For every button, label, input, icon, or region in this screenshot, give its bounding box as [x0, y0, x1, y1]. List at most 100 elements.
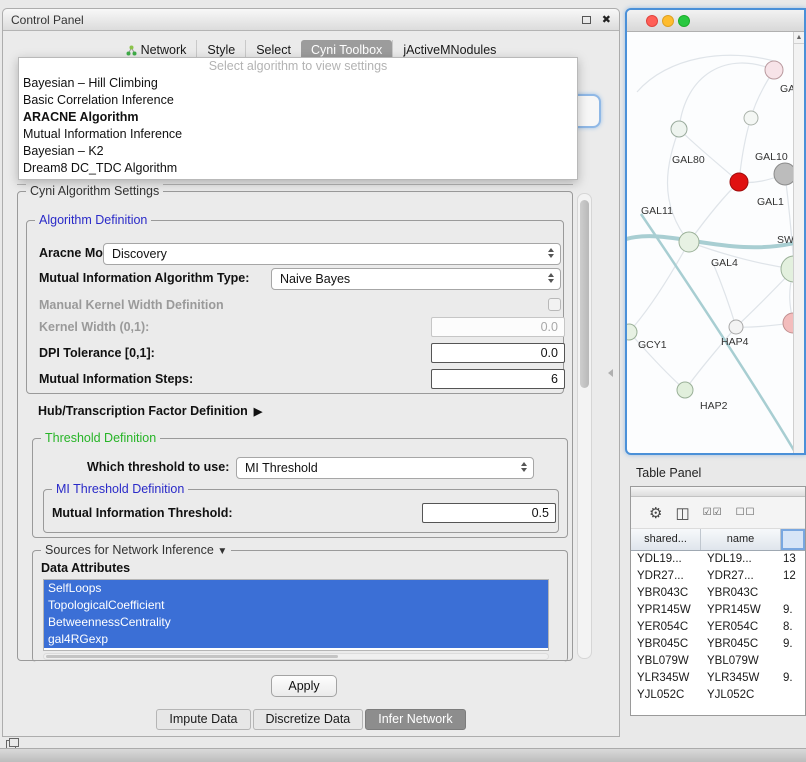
cell[interactable]: YER054C: [631, 619, 701, 636]
list-item-selected[interactable]: gal4RGexp: [44, 631, 548, 648]
network-canvas[interactable]: GAL GAL80 GAL10 GAL11 GAL1 SWI4 GAL4 GCY…: [627, 32, 793, 455]
table-window-titlebar[interactable]: [631, 487, 805, 497]
cell[interactable]: YPR145W: [631, 602, 701, 619]
panel-splitter-arrow[interactable]: [608, 369, 613, 377]
algo-item-bayesian-hill-climbing[interactable]: Bayesian – Hill Climbing: [19, 75, 577, 92]
minimize-traffic-light-icon[interactable]: [662, 15, 674, 27]
clear-checkboxes-icon[interactable]: ☐☐: [736, 507, 756, 518]
cell[interactable]: YDL19...: [631, 551, 701, 568]
zoom-traffic-light-icon[interactable]: [678, 15, 690, 27]
tab-discretize-data[interactable]: Discretize Data: [253, 709, 364, 730]
node-gcy1[interactable]: [627, 324, 637, 340]
cyni-algorithm-settings-title: Cyni Algorithm Settings: [26, 184, 163, 198]
mi-algorithm-type-combo[interactable]: Naive Bayes: [271, 268, 561, 290]
table-row[interactable]: YBR045C YBR045C 9.: [631, 636, 805, 653]
list-item-selected[interactable]: SelfLoops: [44, 580, 548, 597]
sources-title[interactable]: Sources for Network Inference ▼: [41, 543, 231, 557]
cell[interactable]: YLR345W: [631, 670, 701, 687]
cell[interactable]: [781, 687, 805, 704]
algorithm-select-popup: Select algorithm to view settings Bayesi…: [18, 57, 578, 180]
node-unlabeled-2[interactable]: [729, 320, 743, 334]
cell[interactable]: YPR145W: [701, 602, 781, 619]
cell[interactable]: YER054C: [701, 619, 781, 636]
cell[interactable]: YBR043C: [631, 585, 701, 602]
table-row[interactable]: YDL19... YDL19... 13: [631, 551, 805, 568]
cell[interactable]: [781, 653, 805, 670]
cell[interactable]: YBL079W: [701, 653, 781, 670]
column-header-name[interactable]: name: [701, 529, 781, 550]
gear-icon[interactable]: ⚙: [649, 504, 662, 522]
control-panel-titlebar[interactable]: Control Panel ✖: [3, 9, 619, 31]
column-header-shared-name[interactable]: shared...: [631, 529, 701, 550]
network-vertical-scrollbar[interactable]: ▲: [793, 32, 804, 453]
table-row[interactable]: YLR345W YLR345W 9.: [631, 670, 805, 687]
tab-infer-network[interactable]: Infer Network: [365, 709, 465, 730]
table-row[interactable]: YPR145W YPR145W 9.: [631, 602, 805, 619]
close-traffic-light-icon[interactable]: [646, 15, 658, 27]
cell[interactable]: YBR043C: [701, 585, 781, 602]
node-hap2[interactable]: [677, 382, 693, 398]
tab-impute-data[interactable]: Impute Data: [156, 709, 250, 730]
cell[interactable]: YDR27...: [701, 568, 781, 585]
algo-item-bayesian-k2[interactable]: Bayesian – K2: [19, 143, 577, 160]
node-gray[interactable]: [774, 163, 793, 185]
mi-steps-field[interactable]: 6: [431, 369, 565, 389]
hub-factor-expander[interactable]: Hub/Transcription Factor Definition▶: [38, 404, 262, 418]
node-gal-top[interactable]: [765, 61, 783, 79]
dpi-tolerance-field[interactable]: 0.0: [431, 343, 565, 363]
cell[interactable]: YBL079W: [631, 653, 701, 670]
scrollbar-thumb[interactable]: [580, 200, 589, 388]
apply-button[interactable]: Apply: [271, 675, 337, 697]
cell[interactable]: YBR045C: [701, 636, 781, 653]
kernel-width-field[interactable]: 0.0: [431, 317, 565, 337]
table-row[interactable]: YER054C YER054C 8.: [631, 619, 805, 636]
float-window-icon[interactable]: [582, 16, 591, 24]
select-all-checkboxes-icon[interactable]: ☑☑: [703, 507, 723, 518]
manual-kernel-width-checkbox[interactable]: [548, 298, 561, 311]
cell[interactable]: 8.: [781, 619, 805, 636]
table-row[interactable]: YDR27... YDR27... 12: [631, 568, 805, 585]
cell[interactable]: 13: [781, 551, 805, 568]
node-unlabeled-1[interactable]: [744, 111, 758, 125]
network-window-titlebar[interactable]: [627, 10, 804, 32]
which-threshold-combo[interactable]: MI Threshold: [236, 457, 534, 479]
data-attributes-list[interactable]: SelfLoops TopologicalCoefficient Between…: [43, 579, 549, 651]
scroll-up-arrow-icon[interactable]: ▲: [794, 32, 804, 44]
cell[interactable]: YJL052C: [631, 687, 701, 704]
list-item-selected[interactable]: TopologicalCoefficient: [44, 597, 548, 614]
mi-threshold-value: 0.5: [532, 506, 549, 520]
kernel-width-value: 0.0: [541, 320, 558, 334]
table-row[interactable]: YBR043C YBR043C: [631, 585, 805, 602]
table-row[interactable]: YBL079W YBL079W: [631, 653, 805, 670]
settings-vertical-scrollbar[interactable]: [577, 193, 592, 659]
column-header-partial[interactable]: [781, 529, 805, 550]
columns-icon[interactable]: ◫: [675, 504, 689, 522]
algo-item-basic-correlation[interactable]: Basic Correlation Inference: [19, 92, 577, 109]
cell[interactable]: YDR27...: [631, 568, 701, 585]
cell[interactable]: YBR045C: [631, 636, 701, 653]
table-row[interactable]: YJL052C YJL052C: [631, 687, 805, 704]
cell[interactable]: YLR345W: [701, 670, 781, 687]
cell[interactable]: YJL052C: [701, 687, 781, 704]
cell[interactable]: 12: [781, 568, 805, 585]
node-gal11[interactable]: [679, 232, 699, 252]
cell[interactable]: 9.: [781, 636, 805, 653]
mi-threshold-field[interactable]: 0.5: [422, 503, 556, 523]
algo-item-aracne[interactable]: ARACNE Algorithm: [19, 109, 577, 126]
algo-item-dream8[interactable]: Dream8 DC_TDC Algorithm: [19, 160, 577, 177]
close-icon[interactable]: ✖: [602, 13, 611, 26]
aracne-mode-combo[interactable]: Discovery: [103, 243, 561, 265]
algo-item-mutual-information[interactable]: Mutual Information Inference: [19, 126, 577, 143]
cell[interactable]: [781, 585, 805, 602]
node-gal10-selected[interactable]: [730, 173, 748, 191]
cell[interactable]: 9.: [781, 602, 805, 619]
list-item-selected[interactable]: BetweennessCentrality: [44, 614, 548, 631]
cell[interactable]: YDL19...: [701, 551, 781, 568]
node-gal80[interactable]: [671, 121, 687, 137]
network-graph[interactable]: GAL GAL80 GAL10 GAL11 GAL1 SWI4 GAL4 GCY…: [627, 32, 793, 455]
node-pink[interactable]: [783, 313, 793, 333]
node-swi4[interactable]: [781, 256, 793, 282]
control-panel-title: Control Panel: [11, 9, 84, 31]
attributes-horizontal-scrollbar[interactable]: [43, 653, 549, 660]
cell[interactable]: 9.: [781, 670, 805, 687]
